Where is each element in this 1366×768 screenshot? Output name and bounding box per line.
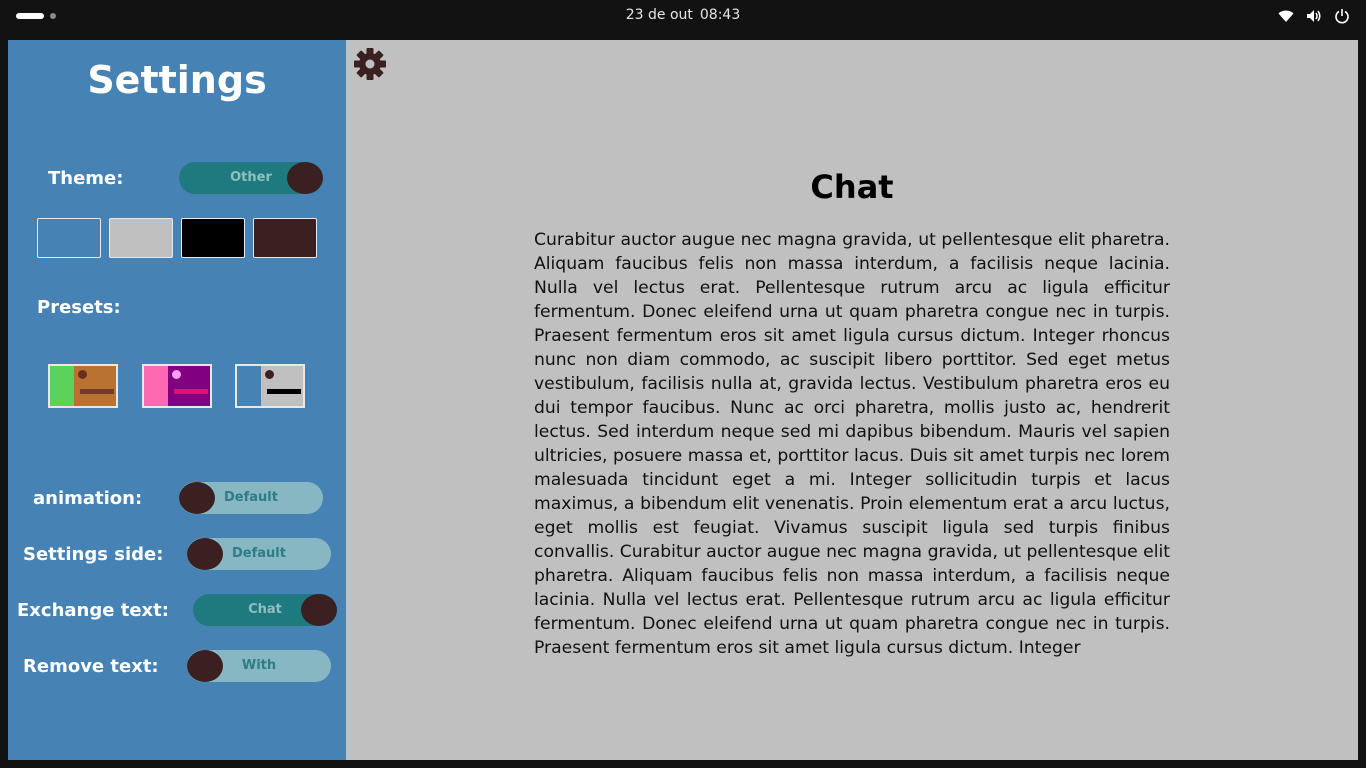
exchange-text-toggle[interactable]: Chat: [193, 594, 337, 626]
settings-sidebar: Settings Theme: Other Presets: animation…: [8, 40, 346, 760]
toggle-knob: [187, 538, 223, 570]
preset-sidebar-swatch: [144, 366, 168, 406]
settings-title: Settings: [87, 58, 267, 102]
theme-swatch-black[interactable]: [181, 218, 245, 258]
wifi-icon: [1278, 10, 1294, 22]
settings-side-toggle[interactable]: Default: [187, 538, 331, 570]
remove-text-label: Remove text:: [23, 656, 159, 677]
preset-knob-dot: [172, 370, 181, 379]
toggle-knob: [179, 482, 215, 514]
top-bar: 23 de out 08:43: [0, 0, 1366, 32]
settings-side-label: Settings side:: [23, 544, 164, 565]
animation-toggle[interactable]: Default: [179, 482, 323, 514]
power-icon: [1335, 9, 1349, 24]
preset-sidebar-swatch: [50, 366, 74, 406]
clock[interactable]: 23 de out 08:43: [0, 0, 1366, 32]
volume-icon: [1307, 10, 1321, 22]
remove-text-toggle[interactable]: With: [187, 650, 331, 682]
theme-toggle[interactable]: Other: [179, 162, 323, 194]
theme-label: Theme:: [48, 168, 124, 189]
preset-text-bar: [174, 389, 208, 394]
preset-1[interactable]: [48, 364, 118, 408]
toggle-knob: [187, 650, 223, 682]
preset-2[interactable]: [142, 364, 212, 408]
theme-swatch-dark-brown[interactable]: [253, 218, 317, 258]
exchange-text-label: Exchange text:: [17, 600, 169, 621]
clock-time: 08:43: [699, 7, 741, 23]
toggle-knob: [287, 162, 323, 194]
preset-knob-dot: [78, 370, 87, 379]
preset-knob-dot: [265, 370, 274, 379]
theme-swatch-silver[interactable]: [109, 218, 173, 258]
system-tray[interactable]: [1278, 8, 1350, 24]
chat-body-text: Curabitur auctor augue nec magna gravida…: [534, 230, 1170, 658]
clock-date: 23 de out: [625, 7, 693, 23]
preset-3[interactable]: [235, 364, 305, 408]
preset-text-bar: [80, 389, 114, 394]
preset-sidebar-swatch: [237, 366, 261, 406]
gear-icon[interactable]: [353, 47, 387, 81]
app-window: Settings Theme: Other Presets: animation…: [8, 40, 1358, 760]
toggle-knob: [301, 594, 337, 626]
theme-swatch-steelblue[interactable]: [37, 218, 101, 258]
animation-label: animation:: [33, 488, 143, 509]
chat-title: Chat: [810, 168, 894, 206]
preset-text-bar: [267, 389, 301, 394]
presets-label: Presets:: [37, 297, 121, 318]
